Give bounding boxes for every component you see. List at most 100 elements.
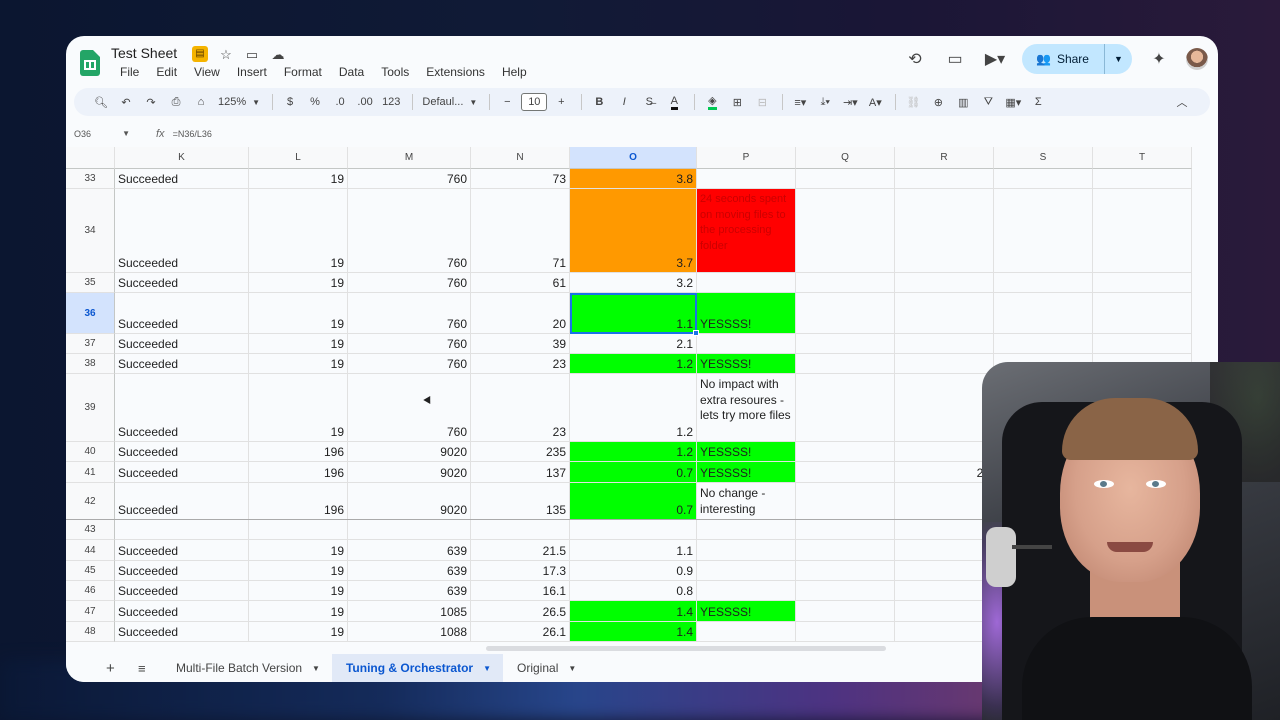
cell-n41[interactable]: 137 [471, 462, 570, 483]
cell-o45[interactable]: 0.9 [570, 561, 697, 581]
column-header-r[interactable]: R [895, 147, 994, 169]
cell-p46[interactable] [697, 581, 796, 601]
cell-l35[interactable]: 19 [249, 273, 348, 293]
status-cell[interactable]: Succeeded [115, 169, 249, 189]
cell-o33[interactable]: 3.8 [570, 169, 697, 189]
status-cell[interactable]: Succeeded [115, 273, 249, 293]
cell-m47[interactable]: 1085 [348, 601, 471, 622]
currency-format-button[interactable]: $ [279, 92, 301, 112]
cell-p45[interactable] [697, 561, 796, 581]
sheet-tab-original[interactable]: Original ▼ [503, 654, 588, 682]
cell-n33[interactable]: 73 [471, 169, 570, 189]
more-formats-button[interactable]: 123 [379, 92, 403, 112]
version-history-icon[interactable]: ⟲ [902, 45, 928, 73]
row-header-40[interactable]: 40 [66, 442, 115, 462]
cell-p34[interactable]: 24 seconds spent on moving files to the … [697, 189, 796, 273]
share-dropdown-icon[interactable]: ▼ [1104, 44, 1132, 74]
cell-m43[interactable] [348, 520, 471, 540]
cell-q38[interactable] [796, 354, 895, 374]
strikethrough-icon[interactable]: S̶ [638, 92, 660, 112]
cell-q45[interactable] [796, 561, 895, 581]
cell-n45[interactable]: 17.3 [471, 561, 570, 581]
cell-s34[interactable] [994, 189, 1093, 273]
status-cell[interactable]: Succeeded [115, 293, 249, 334]
cell-m36[interactable]: 760 [348, 293, 471, 334]
collapse-menus-icon[interactable]: ︿ [1171, 92, 1193, 112]
increase-decimal-button[interactable]: .00 [354, 92, 376, 112]
font-select[interactable]: Defaul... ▼ [419, 92, 480, 112]
cell-p44[interactable] [697, 540, 796, 561]
cell-t36[interactable] [1093, 293, 1192, 334]
row-header-46[interactable]: 46 [66, 581, 115, 601]
cell-p41[interactable]: YESSSS! [697, 462, 796, 483]
cell-l45[interactable]: 19 [249, 561, 348, 581]
cell-q40[interactable] [796, 442, 895, 462]
column-header-t[interactable]: T [1093, 147, 1192, 169]
cell-l43[interactable] [249, 520, 348, 540]
cell-o44[interactable]: 1.1 [570, 540, 697, 561]
cell-l34[interactable]: 19 [249, 189, 348, 273]
decrease-font-size-icon[interactable]: − [496, 92, 518, 112]
cell-r41[interactable]: 25 [895, 462, 994, 483]
cell-q36[interactable] [796, 293, 895, 334]
cell-n43[interactable] [471, 520, 570, 540]
row-header-37[interactable]: 37 [66, 334, 115, 354]
status-cell[interactable] [115, 520, 249, 540]
column-header-s[interactable]: S [994, 147, 1093, 169]
row-header-45[interactable]: 45 [66, 561, 115, 581]
italic-button[interactable]: I [613, 92, 635, 112]
row-header-35[interactable]: 35 [66, 273, 115, 293]
cell-r48[interactable] [895, 622, 994, 642]
cell-p48[interactable] [697, 622, 796, 642]
cloud-status-icon[interactable]: ☁ [270, 46, 286, 62]
cell-q48[interactable] [796, 622, 895, 642]
insert-comment-icon[interactable]: ⊕ [927, 92, 949, 112]
zoom-select[interactable]: 125% ▼ [215, 92, 263, 112]
status-cell[interactable]: Succeeded [115, 601, 249, 622]
cell-o42[interactable]: 0.7 [570, 483, 697, 520]
file-badge-icon[interactable]: ▤ [192, 46, 208, 62]
cell-p42[interactable]: No change - interesting [697, 483, 796, 520]
cell-l47[interactable]: 19 [249, 601, 348, 622]
cell-r47[interactable] [895, 601, 994, 622]
cell-q33[interactable] [796, 169, 895, 189]
move-folder-icon[interactable]: ▭ [244, 46, 260, 62]
cell-l37[interactable]: 19 [249, 334, 348, 354]
status-cell[interactable]: Succeeded [115, 354, 249, 374]
cell-p37[interactable] [697, 334, 796, 354]
cell-o36[interactable]: 1.1 [570, 293, 697, 334]
fill-color-icon[interactable]: ◈ [701, 92, 723, 112]
status-cell[interactable]: Succeeded [115, 483, 249, 520]
cell-q46[interactable] [796, 581, 895, 601]
cell-s35[interactable] [994, 273, 1093, 293]
cell-s33[interactable] [994, 169, 1093, 189]
cell-q37[interactable] [796, 334, 895, 354]
share-main[interactable]: 👥 Share [1022, 52, 1104, 66]
cell-r42[interactable] [895, 483, 994, 520]
cell-m44[interactable]: 639 [348, 540, 471, 561]
cell-m45[interactable]: 639 [348, 561, 471, 581]
cell-q44[interactable] [796, 540, 895, 561]
cell-m39[interactable]: 760 [348, 374, 471, 442]
cell-r35[interactable] [895, 273, 994, 293]
menu-view[interactable]: View [185, 65, 228, 79]
cell-o41[interactable]: 0.7 [570, 462, 697, 483]
row-header-44[interactable]: 44 [66, 540, 115, 561]
status-cell[interactable]: Succeeded [115, 334, 249, 354]
cell-o40[interactable]: 1.2 [570, 442, 697, 462]
cell-p33[interactable] [697, 169, 796, 189]
fill-handle[interactable] [693, 330, 699, 336]
cell-m33[interactable]: 760 [348, 169, 471, 189]
cell-o37[interactable]: 2.1 [570, 334, 697, 354]
cell-s36[interactable] [994, 293, 1093, 334]
column-header-p[interactable]: P [697, 147, 796, 169]
cell-n44[interactable]: 21.5 [471, 540, 570, 561]
paint-format-icon[interactable]: ⌂ [190, 92, 212, 112]
cell-t35[interactable] [1093, 273, 1192, 293]
cell-l33[interactable]: 19 [249, 169, 348, 189]
text-color-button[interactable]: A [663, 92, 685, 112]
menu-help[interactable]: Help [493, 65, 535, 79]
cell-q42[interactable] [796, 483, 895, 520]
insert-chart-icon[interactable]: ▥ [952, 92, 974, 112]
row-header-48[interactable]: 48 [66, 622, 115, 642]
